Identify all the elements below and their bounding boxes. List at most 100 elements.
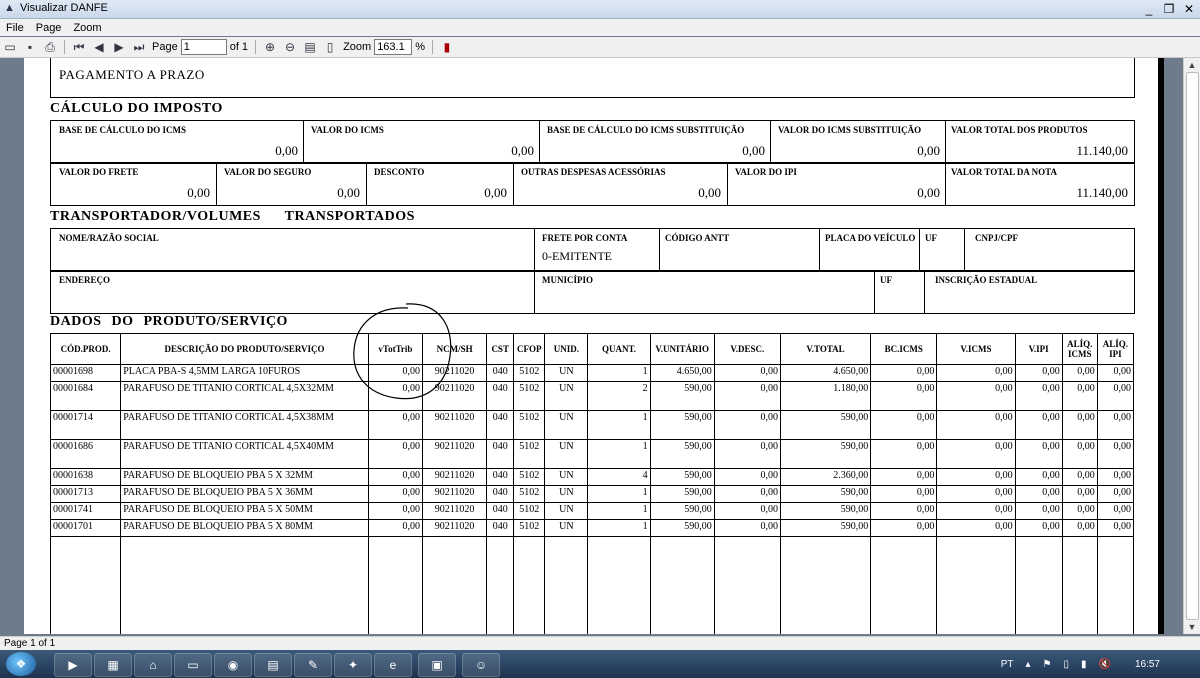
table-cell: 1 [587, 502, 651, 520]
table-cell: 0,00 [713, 439, 781, 469]
zoom-input[interactable] [374, 39, 413, 55]
title-bar: ▲ Visualizar DANFE _ ❐ ✕ [0, 0, 1200, 19]
scroll-thumb[interactable] [1186, 72, 1199, 620]
paint-icon[interactable]: ✎ [294, 653, 332, 677]
table-cell: 0,00 [1014, 439, 1063, 469]
table-cell: 00001638 [49, 468, 122, 486]
table-cell: 5102 [513, 381, 546, 411]
last-page-icon[interactable]: ⏭ [131, 39, 147, 55]
empty-cell [486, 536, 515, 634]
table-cell: 1 [587, 485, 651, 503]
table-cell: 0,00 [1096, 502, 1135, 520]
zoom-out-icon[interactable]: ⊖ [282, 39, 298, 55]
frete-value: 0-EMITENTE [542, 249, 612, 263]
field-value: 0,00 [484, 185, 507, 200]
exit-icon[interactable]: ▮ [439, 39, 455, 55]
user-app-icon[interactable]: ☺ [462, 653, 500, 677]
table-cell: 0,00 [1096, 485, 1135, 503]
col-header: CST [486, 333, 515, 365]
table-cell: 040 [486, 439, 515, 469]
table-cell: 4.650,00 [649, 364, 715, 382]
table-cell: 0,00 [936, 439, 1016, 469]
page-label: Page [152, 41, 178, 53]
device-icon[interactable]: ▯ [1063, 659, 1069, 670]
volume-muted-icon[interactable]: 🔇 [1099, 659, 1111, 670]
table-cell: 0,00 [1061, 519, 1098, 537]
network-tray-icon[interactable]: ▮ [1081, 659, 1087, 670]
table-cell: 590,00 [649, 439, 715, 469]
minimize-button[interactable]: _ [1142, 0, 1156, 18]
field-label: MUNICÍPIO [542, 275, 593, 285]
field-label: INSCRIÇÃO ESTADUAL [935, 275, 1038, 285]
vertical-scrollbar[interactable]: ▲ ▼ [1183, 58, 1200, 634]
table-cell: UN [544, 519, 589, 537]
table-cell: 0,00 [1061, 410, 1098, 440]
table-cell: 00001684 [49, 381, 122, 411]
previous-page-icon[interactable]: ◀ [91, 39, 107, 55]
table-cell: 590,00 [649, 519, 715, 537]
page-input[interactable] [180, 39, 227, 55]
calculo-row2: VALOR DO FRETE 0,00 VALOR DO SEGURO 0,00… [50, 162, 1135, 206]
table-cell: 590,00 [649, 485, 715, 503]
table-cell: 00001741 [49, 502, 122, 520]
monitor-icon[interactable]: ▭ [174, 653, 212, 677]
print-icon[interactable]: ⎙ [42, 39, 58, 55]
table-header: CÓD.PROD. DESCRIÇÃO DO PRODUTO/SERVIÇO v… [49, 333, 1135, 365]
toolbar-separator [431, 40, 433, 54]
table-cell: 0,00 [1061, 381, 1098, 411]
table-cell: 0,00 [367, 364, 424, 382]
internet-explorer-icon[interactable]: e [374, 653, 412, 677]
field-label: VALOR DO ICMS SUBSTITUIÇÃO [778, 125, 922, 135]
flag-icon[interactable]: ⚑ [1043, 659, 1052, 670]
red-app-icon[interactable]: ▣ [418, 653, 456, 677]
notes-icon[interactable]: ▤ [254, 653, 292, 677]
table-cell: 0,00 [1014, 485, 1063, 503]
language-indicator[interactable]: PT [1001, 659, 1014, 670]
field-label: NOME/RAZÃO SOCIAL [59, 233, 159, 243]
save-icon[interactable]: ▪ [22, 39, 38, 55]
first-page-icon[interactable]: ⏮ [71, 39, 87, 55]
table-cell: 590,00 [649, 410, 715, 440]
close-button[interactable]: ✕ [1182, 0, 1196, 18]
document-viewport[interactable]: PAGAMENTO A PRAZO CÁLCULO DO IMPOSTO BAS… [0, 58, 1200, 636]
scroll-up-icon[interactable]: ▲ [1184, 58, 1200, 72]
menu-page[interactable]: Page [30, 22, 68, 34]
field-value: 0,00 [275, 143, 298, 158]
tray-arrow-icon[interactable]: ▴ [1025, 659, 1030, 670]
fit-width-icon[interactable]: ▤ [302, 39, 318, 55]
maximize-button[interactable]: ❐ [1162, 0, 1176, 18]
table-row: 00001638 PARAFUSO DE BLOQUEIO PBA 5 X 32M… [49, 468, 1135, 486]
green-app-icon[interactable]: ◉ [214, 653, 252, 677]
menu-zoom[interactable]: Zoom [67, 22, 107, 34]
field-value: 0,00 [917, 143, 940, 158]
network-icon[interactable]: ⌂ [134, 653, 172, 677]
table-cell: 0,00 [936, 468, 1016, 486]
col-header: NCM/SH [421, 333, 488, 365]
fit-page-icon[interactable]: ▯ [322, 39, 338, 55]
table-cell: PARAFUSO DE BLOQUEIO PBA 5 X 80MM [120, 519, 369, 537]
table-cell: UN [544, 410, 589, 440]
table-cell: UN [544, 502, 589, 520]
scroll-down-icon[interactable]: ▼ [1184, 620, 1200, 634]
table-cell: 0,00 [1014, 364, 1063, 382]
table-cell: 0,00 [936, 519, 1016, 537]
field-value: 0,00 [337, 185, 360, 200]
next-page-icon[interactable]: ▶ [111, 39, 127, 55]
table-cell: 0,00 [870, 485, 938, 503]
clock[interactable]: 16:57 [1135, 659, 1160, 670]
field-label: FRETE POR CONTA [542, 233, 628, 243]
table-cell: 0,00 [1061, 364, 1098, 382]
media-player-icon[interactable]: ▶ [54, 653, 92, 677]
start-button[interactable]: ❖ [6, 652, 36, 676]
open-folder-icon[interactable]: ▭ [2, 39, 18, 55]
empty-cell [120, 536, 369, 634]
tools-icon[interactable]: ✦ [334, 653, 372, 677]
field-value: 11.140,00 [1076, 185, 1128, 200]
table-cell: 1 [587, 519, 651, 537]
table-cell: PARAFUSO DE BLOQUEIO PBA 5 X 36MM [120, 485, 369, 503]
explorer-icon[interactable]: ▦ [94, 653, 132, 677]
table-row: 00001684 PARAFUSO DE TITANIO CORTICAL 4,5… [49, 381, 1135, 411]
table-cell: 0,00 [713, 468, 781, 486]
zoom-in-icon[interactable]: ⊕ [262, 39, 278, 55]
menu-file[interactable]: File [0, 22, 30, 34]
